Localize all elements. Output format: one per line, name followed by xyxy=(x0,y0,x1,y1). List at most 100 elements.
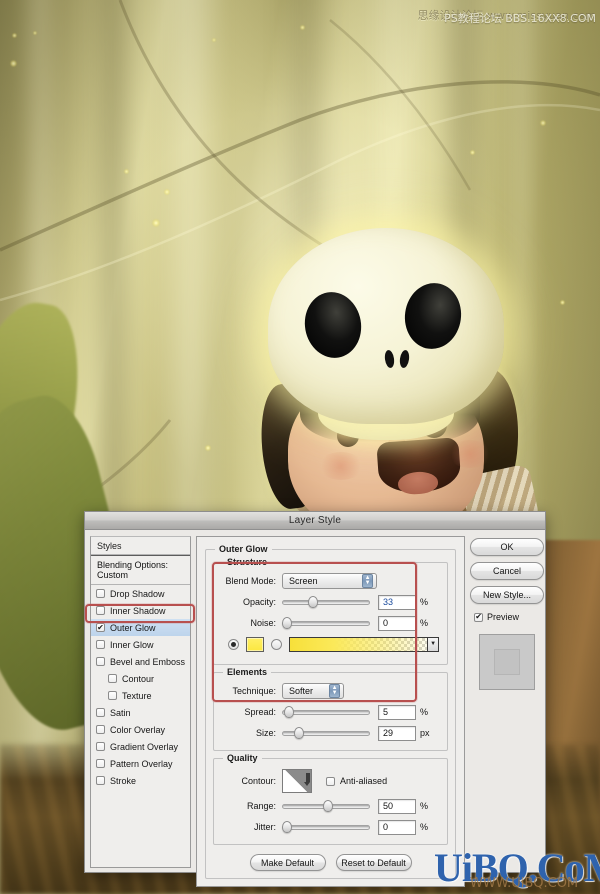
style-item-checkbox[interactable] xyxy=(96,708,105,717)
solid-color-radio[interactable] xyxy=(228,638,240,650)
style-item-inner-shadow[interactable]: Inner Shadow xyxy=(91,602,190,619)
style-item-label: Pattern Overlay xyxy=(110,758,173,769)
style-item-label: Color Overlay xyxy=(110,724,166,735)
opacity-input[interactable]: 33 xyxy=(378,594,417,610)
blend-mode-select[interactable]: Screen ▲ ▼ xyxy=(282,573,378,589)
style-item-color-overlay[interactable]: Color Overlay xyxy=(91,721,190,738)
gradient-radio[interactable] xyxy=(271,638,283,650)
reset-to-default-button[interactable]: Reset to Default xyxy=(335,854,412,871)
structure-group-label: Structure xyxy=(223,557,272,567)
style-item-checkbox[interactable] xyxy=(96,742,105,751)
technique-label: Technique: xyxy=(232,686,277,696)
preview-toggle-row[interactable]: Preview xyxy=(474,612,544,622)
style-item-checkbox[interactable] xyxy=(96,589,105,598)
style-item-inner-glow[interactable]: Inner Glow xyxy=(91,636,190,653)
style-item-checkbox[interactable] xyxy=(108,691,117,700)
style-item-label: Gradient Overlay xyxy=(110,741,179,752)
noise-row: Noise: 0 % xyxy=(222,614,439,632)
chevron-updown-icon[interactable]: ▲ ▼ xyxy=(362,574,374,588)
watermark-bottom-sub: WWW.UiBQ.COM xyxy=(470,876,579,891)
dialog-body: Styles Blending Options: Custom Drop Sha… xyxy=(85,530,545,887)
opacity-slider[interactable] xyxy=(282,595,371,609)
chevron-updown-icon[interactable]: ▲ ▼ xyxy=(329,684,341,698)
style-item-stroke[interactable]: Stroke xyxy=(91,772,190,789)
opacity-slider-knob[interactable] xyxy=(308,596,319,608)
style-item-checkbox[interactable] xyxy=(96,776,105,785)
chevron-down-icon[interactable]: ▼ xyxy=(427,637,439,651)
style-item-satin[interactable]: Satin xyxy=(91,704,190,721)
blending-options-item[interactable]: Blending Options: Custom xyxy=(91,555,191,585)
style-item-gradient-overlay[interactable]: Gradient Overlay xyxy=(91,738,190,755)
style-item-checkbox[interactable] xyxy=(96,725,105,734)
layer-style-dialog: Layer Style Styles Blending Options: Cus… xyxy=(84,511,546,887)
spread-slider[interactable] xyxy=(282,705,371,719)
style-item-label: Bevel and Emboss xyxy=(110,656,186,667)
size-slider-knob[interactable] xyxy=(294,727,305,739)
noise-slider[interactable] xyxy=(282,616,371,630)
noise-input[interactable]: 0 xyxy=(378,615,417,631)
styles-list: Styles Blending Options: Custom Drop Sha… xyxy=(90,536,192,868)
style-item-contour[interactable]: Contour xyxy=(91,670,190,687)
noise-slider-knob[interactable] xyxy=(282,617,293,629)
styles-column: Styles Blending Options: Custom Drop Sha… xyxy=(90,536,192,868)
dialog-buttons-column: OK Cancel New Style... Preview xyxy=(470,536,545,868)
jitter-label: Jitter: xyxy=(254,822,277,832)
anti-aliased-checkbox[interactable] xyxy=(326,776,336,786)
spread-unit: % xyxy=(420,707,429,717)
jitter-slider[interactable] xyxy=(282,820,371,834)
style-item-label: Stroke xyxy=(110,775,137,786)
jitter-slider-knob[interactable] xyxy=(282,821,293,833)
outer-glow-group: Outer Glow Structure Blend Mode: Screen … xyxy=(205,544,457,879)
ok-button[interactable]: OK xyxy=(470,538,545,556)
style-item-label: Outer Glow xyxy=(110,622,156,633)
size-row: Size: 29 px xyxy=(222,724,439,742)
make-default-button[interactable]: Make Default xyxy=(249,854,326,871)
style-item-pattern-overlay[interactable]: Pattern Overlay xyxy=(91,755,190,772)
style-item-texture[interactable]: Texture xyxy=(91,687,190,704)
styles-header: Styles xyxy=(91,537,191,555)
glow-color-swatch[interactable] xyxy=(246,636,265,652)
style-item-bevel-and-emboss[interactable]: Bevel and Emboss xyxy=(91,653,190,670)
style-item-checkbox[interactable] xyxy=(96,657,105,666)
jitter-input[interactable]: 0 xyxy=(378,819,417,835)
defaults-button-row: Make Default Reset to Default xyxy=(213,854,448,871)
preview-checkbox[interactable] xyxy=(474,612,484,622)
new-style-button[interactable]: New Style... xyxy=(470,586,545,604)
style-item-checkbox[interactable] xyxy=(96,759,105,768)
styles-item-container: Drop Shadow Inner Shadow Outer Glow Inner G… xyxy=(91,585,191,789)
contour-preview[interactable] xyxy=(282,769,313,793)
contour-arrow-tip-icon xyxy=(304,782,311,786)
noise-unit: % xyxy=(420,618,429,628)
style-item-checkbox[interactable] xyxy=(96,640,105,649)
style-item-checkbox[interactable] xyxy=(96,606,105,615)
opacity-label: Opacity: xyxy=(243,597,277,607)
jitter-slider-track xyxy=(282,824,371,830)
size-input[interactable]: 29 xyxy=(378,725,417,741)
range-slider[interactable] xyxy=(282,799,371,813)
style-item-checkbox[interactable] xyxy=(108,674,117,683)
jitter-row: Jitter: 0 % xyxy=(222,818,439,836)
spread-slider-track xyxy=(282,709,371,715)
contour-row: Contour: Anti-aliased xyxy=(222,768,439,794)
range-slider-knob[interactable] xyxy=(322,800,333,812)
range-input[interactable]: 50 xyxy=(378,798,417,814)
preview-label: Preview xyxy=(487,612,520,622)
quality-group-label: Quality xyxy=(223,753,262,763)
gradient-preview[interactable]: ▼ xyxy=(289,636,440,652)
dialog-titlebar[interactable]: Layer Style xyxy=(85,512,545,530)
main-column: Outer Glow Structure Blend Mode: Screen … xyxy=(196,536,466,887)
size-slider[interactable] xyxy=(282,726,371,740)
style-item-checkbox[interactable] xyxy=(96,623,105,632)
anti-aliased-label: Anti-aliased xyxy=(340,776,388,786)
style-item-outer-glow[interactable]: Outer Glow xyxy=(91,619,191,636)
noise-label: Noise: xyxy=(250,618,277,628)
style-item-label: Drop Shadow xyxy=(110,588,165,599)
style-item-label: Texture xyxy=(122,690,152,701)
technique-select[interactable]: Softer ▲ ▼ xyxy=(282,683,345,699)
cancel-button[interactable]: Cancel xyxy=(470,562,545,580)
spread-slider-knob[interactable] xyxy=(283,706,294,718)
preview-thumbnail-shape xyxy=(494,649,521,675)
style-item-drop-shadow[interactable]: Drop Shadow xyxy=(91,585,190,602)
contour-arrow-icon xyxy=(306,773,311,782)
spread-input[interactable]: 5 xyxy=(378,704,417,720)
